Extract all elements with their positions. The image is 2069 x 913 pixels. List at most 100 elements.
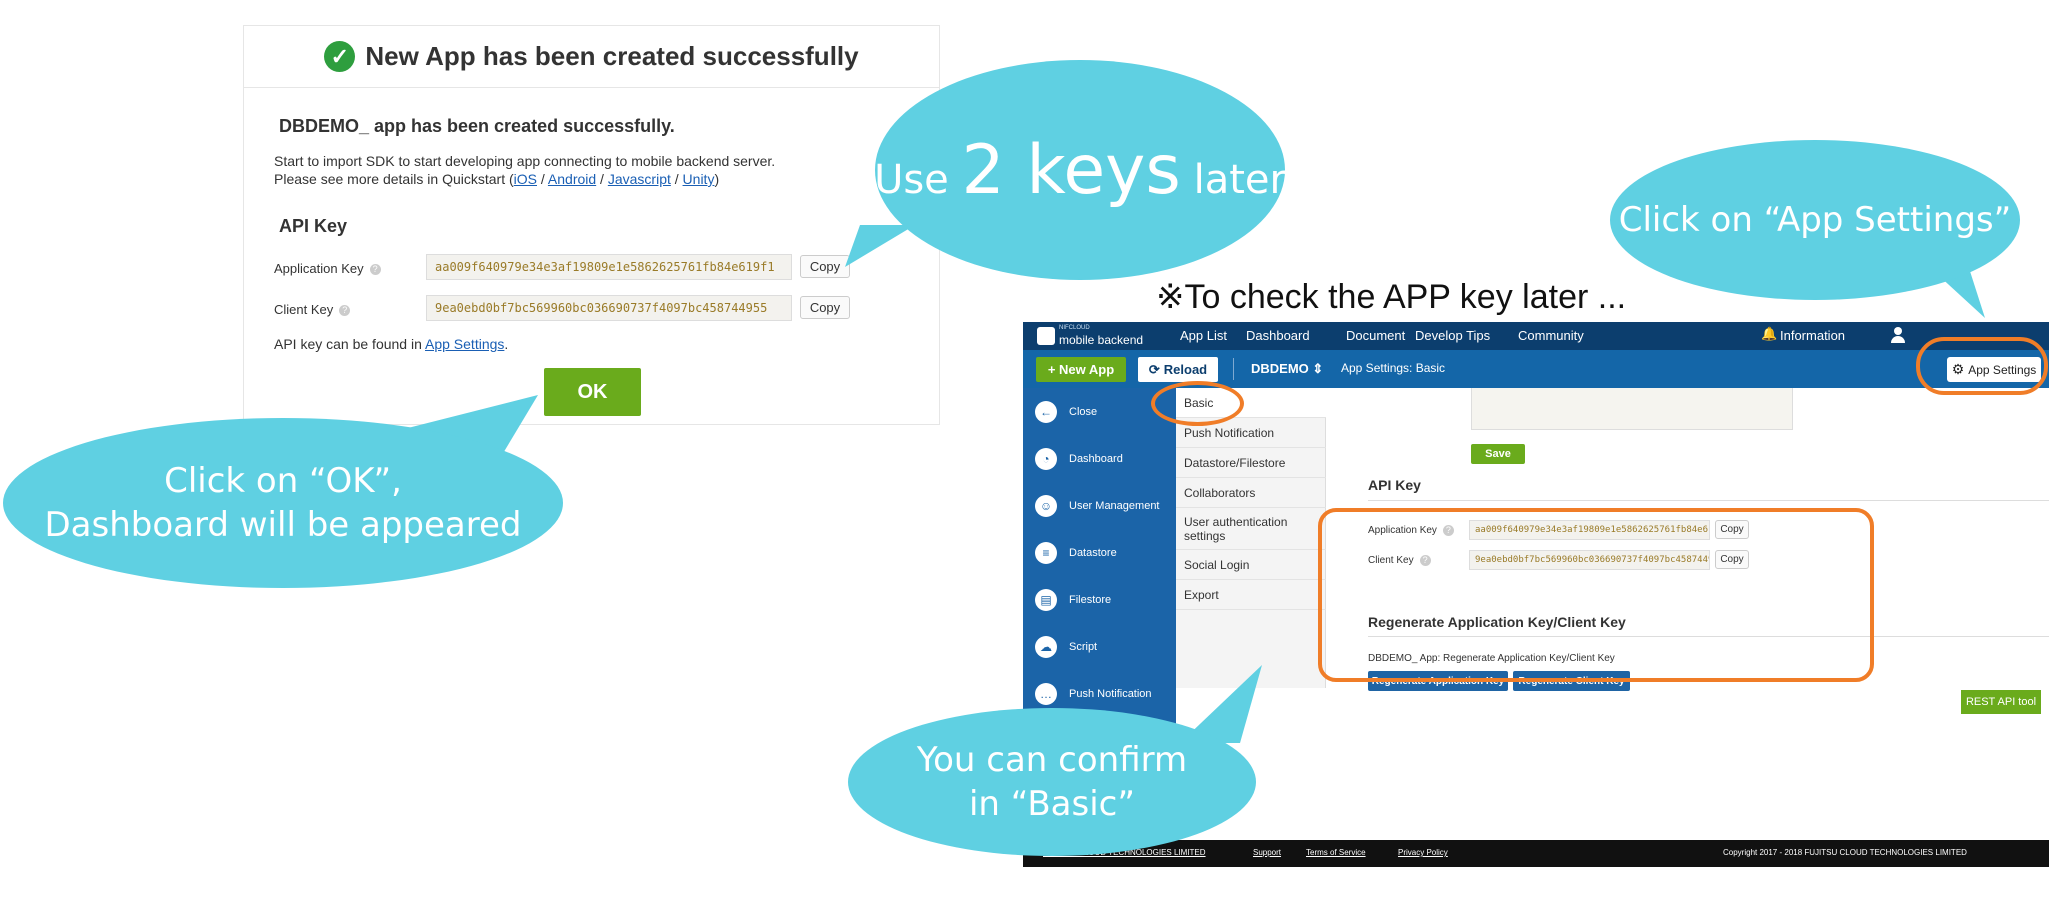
sidebar-item-filestore[interactable]: ▤ Filestore — [1023, 576, 1176, 623]
submenu-collaborators[interactable]: Collaborators — [1176, 478, 1326, 508]
footer-terms-link[interactable]: Terms of Service — [1306, 848, 1366, 857]
description-textarea[interactable] — [1471, 388, 1793, 430]
dialog-header: ✓ New App has been created successfully — [244, 26, 939, 88]
quickstart-prefix: Please see more details in Quickstart ( — [274, 171, 514, 187]
help-icon: ? — [369, 264, 381, 276]
submenu-export[interactable]: Export — [1176, 580, 1326, 610]
chat-icon: … — [1035, 682, 1057, 705]
save-button[interactable]: Save — [1471, 444, 1525, 464]
sidebar-item-label: Push Notification — [1069, 687, 1152, 700]
submenu-datastore-filestore[interactable]: Datastore/Filestore — [1176, 448, 1326, 478]
submenu-social-login[interactable]: Social Login — [1176, 550, 1326, 580]
user-icon[interactable] — [1890, 327, 1906, 344]
app-settings-bubble: Click on “App Settings” — [1610, 140, 2020, 300]
submenu-user-auth-settings[interactable]: User authentication settings — [1176, 508, 1326, 550]
logo-subtext: NIFCLOUD — [1059, 325, 1090, 331]
api-key-highlight-ring — [1318, 508, 1874, 682]
ok-bubble: Click on “OK”, Dashboard will be appeare… — [3, 418, 563, 588]
separator: / — [670, 171, 683, 187]
use-keys-text: Use 2 keys later — [874, 131, 1286, 210]
use-keys-emphasis: 2 keys — [961, 130, 1181, 210]
app-settings-highlight-ring — [1916, 337, 2048, 395]
divider — [1368, 500, 2049, 501]
sidebar-item-label: Script — [1069, 640, 1098, 653]
users-icon: ☺ — [1035, 494, 1057, 517]
reload-icon: ⟳ — [1148, 361, 1160, 377]
arrow-left-icon: ← — [1035, 400, 1057, 423]
settings-submenu: Basic Push Notification Datastore/Filest… — [1176, 388, 1326, 688]
link-ios[interactable]: iOS — [514, 171, 537, 187]
sidebar-item-user-management[interactable]: ☺ User Management — [1023, 482, 1176, 529]
file-icon: ▤ — [1035, 588, 1057, 611]
nav-community[interactable]: Community — [1518, 328, 1584, 343]
dialog-title: New App has been created successfully — [365, 41, 859, 71]
confirm-basic-bubble: You can confirm in “Basic” — [848, 708, 1256, 856]
separator: / — [537, 171, 548, 187]
confirm-bubble-text: You can confirm in “Basic” — [917, 738, 1187, 826]
footer-privacy-link[interactable]: Privacy Policy — [1398, 848, 1448, 857]
ok-bubble-line-1: Click on “OK”, — [164, 461, 402, 501]
logo-text: mobile backend — [1059, 333, 1144, 347]
confirm-bubble-line-1: You can confirm — [916, 740, 1188, 780]
rest-api-tool-button[interactable]: REST API tool — [1961, 690, 2041, 714]
api-key-location-note: API key can be found in App Settings. — [274, 336, 508, 352]
bell-icon[interactable]: 🔔 — [1761, 326, 1777, 342]
link-android[interactable]: Android — [548, 171, 596, 187]
client-key-field[interactable]: 9ea0ebd0bf7bc569960bc036690737f4097bc458… — [426, 295, 792, 321]
app-name: DBDEMO — [1251, 361, 1309, 376]
check-later-note: ※To check the APP key later ... — [1156, 278, 1627, 316]
client-key-label: Client Key? — [274, 302, 351, 317]
found-prefix: API key can be found in — [274, 336, 425, 352]
ok-button[interactable]: OK — [544, 368, 641, 416]
sidebar-item-label: User Management — [1069, 499, 1160, 512]
database-icon: ≡ — [1035, 541, 1057, 564]
found-suffix: . — [504, 336, 509, 352]
toolbar-divider — [1233, 358, 1234, 380]
quickstart-suffix: ) — [714, 171, 720, 187]
sidebar-item-label: Datastore — [1069, 546, 1117, 559]
reload-button[interactable]: ⟳ Reload — [1138, 357, 1218, 382]
dialog-description: Start to import SDK to start developing … — [274, 152, 775, 188]
check-circle-icon: ✓ — [324, 41, 356, 72]
use-keys-text-a: Use — [874, 156, 962, 203]
sidebar-item-script[interactable]: ☁ Script — [1023, 623, 1176, 670]
breadcrumb: App Settings: Basic — [1341, 361, 1446, 375]
footer: FUJITSU CLOUD TECHNOLOGIES LIMITED Suppo… — [1023, 840, 2049, 867]
description-line-2: Please see more details in Quickstart (i… — [274, 170, 775, 188]
new-app-button[interactable]: + New App — [1036, 357, 1126, 382]
confirm-bubble-line-2: in “Basic” — [968, 784, 1135, 824]
description-line-1: Start to import SDK to start developing … — [274, 153, 776, 169]
sidebar-item-dashboard[interactable]: ◔ Dashboard — [1023, 435, 1176, 482]
sidebar-item-datastore[interactable]: ≡ Datastore — [1023, 529, 1176, 576]
sidebar-item-label: Filestore — [1069, 593, 1112, 606]
help-icon: ? — [339, 305, 351, 317]
app-settings-bubble-text: Click on “App Settings” — [1618, 200, 2012, 240]
app-settings-link[interactable]: App Settings — [425, 336, 504, 352]
ok-bubble-text: Click on “OK”, Dashboard will be appeare… — [44, 459, 521, 547]
nav-document[interactable]: Document — [1346, 328, 1405, 343]
sidebar-item-label: Dashboard — [1069, 452, 1123, 465]
updown-icon: ⇕ — [1312, 361, 1324, 376]
nav-develop-tips[interactable]: Develop Tips — [1415, 328, 1490, 343]
logo-icon — [1037, 327, 1055, 345]
nav-app-list[interactable]: App List — [1180, 328, 1227, 343]
sidebar-item-label: Close — [1069, 405, 1098, 418]
nav-dashboard[interactable]: Dashboard — [1246, 328, 1310, 343]
reload-label: Reload — [1163, 362, 1208, 377]
separator: / — [596, 171, 608, 187]
footer-support-link[interactable]: Support — [1253, 848, 1281, 857]
app-selector[interactable]: DBDEMO ⇕ — [1251, 361, 1323, 377]
api-key-title: API Key — [279, 216, 348, 236]
success-heading: DBDEMO_ app has been created successfull… — [279, 116, 675, 136]
ok-bubble-line-2: Dashboard will be appeared — [44, 505, 522, 545]
nav-information[interactable]: Information — [1780, 328, 1845, 343]
use-keys-text-c: later — [1180, 156, 1286, 203]
copy-client-key-button[interactable]: Copy — [800, 296, 850, 319]
application-key-label: Application Key? — [274, 261, 381, 276]
app-created-dialog: ✓ New App has been created successfully … — [243, 25, 940, 425]
link-unity[interactable]: Unity — [683, 171, 715, 187]
link-javascript[interactable]: Javascript — [608, 171, 671, 187]
footer-copyright: Copyright 2017 - 2018 FUJITSU CLOUD TECH… — [1723, 848, 1967, 857]
application-key-field[interactable]: aa009f640979e34e3af19809e1e5862625761fb8… — [426, 254, 792, 280]
cloud-gear-icon: ☁ — [1035, 635, 1057, 658]
